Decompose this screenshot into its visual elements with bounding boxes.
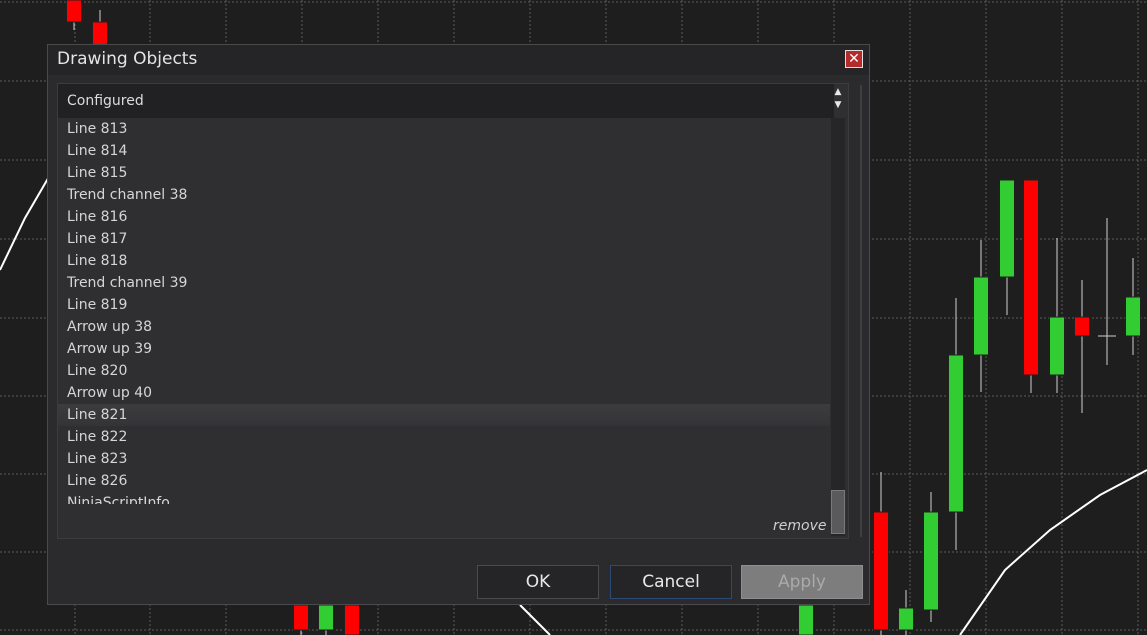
candle-up xyxy=(973,276,989,356)
list-item[interactable]: Trend channel 38 xyxy=(58,184,830,206)
list-item[interactable]: Line 814 xyxy=(58,140,830,162)
candle-up xyxy=(1049,316,1065,376)
list-item[interactable]: Line 821 xyxy=(58,404,830,426)
list-item[interactable]: Line 817 xyxy=(58,228,830,250)
drawing-objects-dialog: Drawing Objects ✕ Configured ▲ ▼ Line 81… xyxy=(47,44,870,605)
cancel-button[interactable]: Cancel xyxy=(610,565,732,599)
list-item[interactable]: Line 813 xyxy=(58,118,830,140)
list-item[interactable]: Line 822 xyxy=(58,426,830,448)
remove-button[interactable]: remove xyxy=(773,518,826,534)
candle-down xyxy=(1074,316,1090,337)
candle-down xyxy=(293,604,309,631)
configured-header-label: Configured xyxy=(67,93,144,109)
candle-down xyxy=(1023,179,1039,376)
candle-up xyxy=(999,179,1015,278)
list-item[interactable]: Line 820 xyxy=(58,360,830,382)
candle-up xyxy=(1125,296,1141,337)
candle-down xyxy=(92,21,108,46)
list-item[interactable]: Line 819 xyxy=(58,294,830,316)
scrollbar-thumb[interactable] xyxy=(831,490,845,534)
candle-up xyxy=(798,604,814,635)
list-item[interactable]: Line 815 xyxy=(58,162,830,184)
list-item[interactable]: Arrow up 39 xyxy=(58,338,830,360)
candle-down xyxy=(66,0,82,23)
list-item[interactable]: Line 816 xyxy=(58,206,830,228)
properties-scrollbar[interactable] xyxy=(860,85,862,537)
list-item[interactable]: NinjaScriptInfo xyxy=(58,492,830,504)
list-item[interactable]: Line 823 xyxy=(58,448,830,470)
dialog-titlebar[interactable]: Drawing Objects ✕ xyxy=(48,45,869,75)
candle-up xyxy=(898,607,914,631)
list-item[interactable]: Trend channel 39 xyxy=(58,272,830,294)
ok-button[interactable]: OK xyxy=(477,565,599,599)
configured-header: Configured xyxy=(58,84,834,118)
drawing-objects-list: Line 813 Line 814 Line 815 Trend channel 38… xyxy=(58,118,830,504)
scroll-down-icon[interactable]: ▼ xyxy=(830,99,846,112)
dialog-title: Drawing Objects xyxy=(57,49,198,69)
candle-up xyxy=(948,354,964,513)
list-item[interactable]: Arrow up 40 xyxy=(58,382,830,404)
configured-panel: Configured ▲ ▼ Line 813 Line 814 Line 815 T… xyxy=(57,83,849,539)
candle-down xyxy=(873,511,889,631)
list-scrollbar[interactable] xyxy=(831,118,845,536)
scroll-up-icon[interactable]: ▲ xyxy=(830,86,846,99)
list-item[interactable]: Line 818 xyxy=(58,250,830,272)
candle-down xyxy=(344,604,360,635)
list-item[interactable]: Arrow up 38 xyxy=(58,316,830,338)
close-icon[interactable]: ✕ xyxy=(845,50,863,68)
candle-up xyxy=(923,511,939,611)
apply-button[interactable]: Apply xyxy=(741,565,863,599)
list-item[interactable]: Line 826 xyxy=(58,470,830,492)
candle-up xyxy=(318,604,334,631)
up-down-arrows-icon[interactable]: ▲ ▼ xyxy=(830,86,846,116)
